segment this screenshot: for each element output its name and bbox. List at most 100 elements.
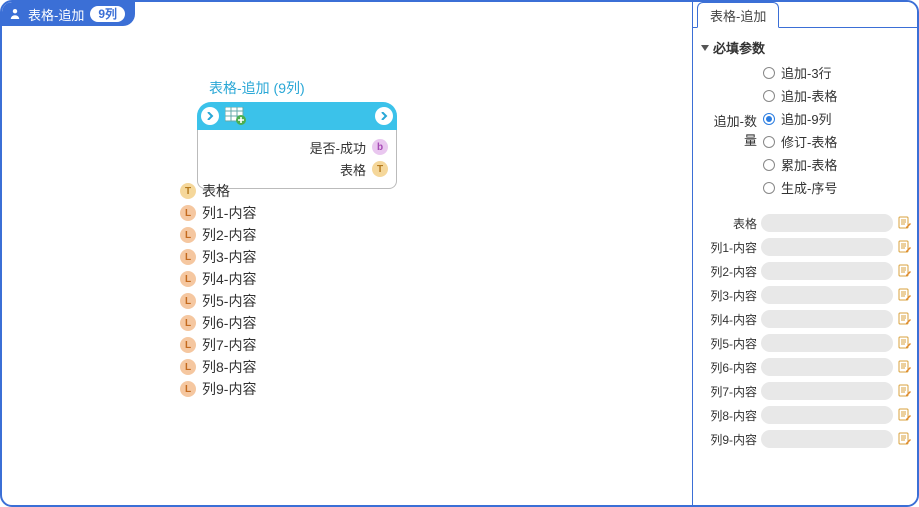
section-title: 必填参数	[713, 38, 765, 57]
output-label: 表格	[340, 160, 366, 179]
type-dot-icon: L	[180, 205, 196, 221]
field-label: 列8-内容	[701, 407, 757, 424]
input-label: 列1-内容	[202, 203, 256, 223]
radio-option[interactable]: 追加-表格	[763, 86, 913, 105]
edit-icon[interactable]	[897, 311, 913, 327]
param-field: 列2-内容	[701, 259, 913, 283]
type-dot-icon: L	[180, 227, 196, 243]
field-input[interactable]	[761, 262, 893, 280]
edit-icon[interactable]	[897, 359, 913, 375]
field-label: 列2-内容	[701, 263, 757, 280]
input-label: 列4-内容	[202, 269, 256, 289]
field-input[interactable]	[761, 406, 893, 424]
field-input[interactable]	[761, 310, 893, 328]
tab-main[interactable]: 表格-追加	[697, 2, 779, 28]
radio-icon[interactable]	[763, 182, 775, 194]
app-window: 表格-追加 9列 表格-追加 (9列)	[0, 0, 919, 507]
input-port[interactable]: L 列8-内容	[180, 356, 400, 378]
edit-icon[interactable]	[897, 287, 913, 303]
triangle-down-icon	[701, 45, 709, 51]
type-dot-icon: L	[180, 249, 196, 265]
input-label: 列8-内容	[202, 357, 256, 377]
table-plus-icon	[225, 107, 247, 125]
chevron-right-icon[interactable]	[375, 107, 393, 125]
output-port[interactable]: 表格 T	[206, 158, 388, 180]
field-input[interactable]	[761, 238, 893, 256]
radio-label: 追加-3行	[781, 63, 832, 82]
param-field: 列1-内容	[701, 235, 913, 259]
chevron-left-icon[interactable]	[201, 107, 219, 125]
field-label: 列9-内容	[701, 431, 757, 448]
panel-body: 必填参数 追加-数量 追加-3行追加-表格追加-9列修订-表格累加-表格生成-序…	[693, 28, 917, 505]
radio-icon[interactable]	[763, 159, 775, 171]
param-field: 列5-内容	[701, 331, 913, 355]
input-port[interactable]: L 列9-内容	[180, 378, 400, 400]
field-input[interactable]	[761, 214, 893, 232]
edit-icon[interactable]	[897, 383, 913, 399]
edit-icon[interactable]	[897, 407, 913, 423]
param-field: 列9-内容	[701, 427, 913, 451]
param-field: 列8-内容	[701, 403, 913, 427]
type-dot-icon: L	[180, 381, 196, 397]
input-port[interactable]: L列5-内容	[180, 290, 400, 312]
input-port[interactable]: L 列7-内容	[180, 334, 400, 356]
input-port[interactable]: L列6-内容	[180, 312, 400, 334]
field-input[interactable]	[761, 382, 893, 400]
field-label: 列6-内容	[701, 359, 757, 376]
block-inputs: T表格L列1-内容L列2-内容L列3-内容L列4-内容L列5-内容L列6-内容L…	[180, 180, 400, 400]
radio-icon[interactable]	[763, 67, 775, 79]
section-header[interactable]: 必填参数	[701, 38, 913, 57]
field-input[interactable]	[761, 358, 893, 376]
canvas[interactable]: 表格-追加 (9列)	[2, 2, 692, 505]
block-title: 表格-追加 (9列)	[209, 78, 397, 98]
field-input[interactable]	[761, 334, 893, 352]
field-label: 列4-内容	[701, 311, 757, 328]
input-label: 列9-内容	[202, 379, 256, 399]
edit-icon[interactable]	[897, 431, 913, 447]
output-port[interactable]: 是否-成功b	[206, 136, 388, 158]
block-node[interactable]: 表格-追加 (9列)	[197, 78, 397, 189]
input-port[interactable]: L列4-内容	[180, 268, 400, 290]
radio-option[interactable]: 累加-表格	[763, 155, 913, 174]
edit-icon[interactable]	[897, 335, 913, 351]
input-label: 表格	[202, 181, 230, 201]
block-header[interactable]	[197, 102, 397, 130]
type-dot-icon: L	[180, 359, 196, 375]
type-dot-icon: T	[372, 161, 388, 177]
input-port[interactable]: T 表格	[180, 180, 400, 202]
input-label: 列3-内容	[202, 247, 256, 267]
field-label: 列3-内容	[701, 287, 757, 304]
input-port[interactable]: L 列1-内容	[180, 202, 400, 224]
radio-icon[interactable]	[763, 136, 775, 148]
radio-label: 追加-表格	[781, 86, 837, 105]
edit-icon[interactable]	[897, 263, 913, 279]
field-label: 列1-内容	[701, 239, 757, 256]
radio-option[interactable]: 生成-序号	[763, 178, 913, 197]
radio-option[interactable]: 追加-3行	[763, 63, 913, 82]
input-port[interactable]: L 列2-内容	[180, 224, 400, 246]
tab-bar: 表格-追加	[693, 2, 917, 28]
input-label: 列2-内容	[202, 225, 256, 245]
type-dot-icon: T	[180, 183, 196, 199]
param-field: 列6-内容	[701, 355, 913, 379]
radio-label: 累加-表格	[781, 155, 837, 174]
field-label: 列5-内容	[701, 335, 757, 352]
field-input[interactable]	[761, 430, 893, 448]
field-label: 表格	[701, 215, 757, 232]
radio-icon[interactable]	[763, 113, 775, 125]
radio-option[interactable]: 追加-9列	[763, 109, 913, 128]
input-label: 列5-内容	[202, 291, 256, 311]
input-port[interactable]: L 列3-内容	[180, 246, 400, 268]
tab-label: 表格-追加	[710, 6, 766, 25]
radio-icon[interactable]	[763, 90, 775, 102]
type-dot-icon: L	[180, 337, 196, 353]
radio-option[interactable]: 修订-表格	[763, 132, 913, 151]
radio-group: 追加-数量 追加-3行追加-表格追加-9列修订-表格累加-表格生成-序号	[701, 63, 913, 197]
edit-icon[interactable]	[897, 215, 913, 231]
param-field: 列4-内容	[701, 307, 913, 331]
properties-panel: 表格-追加 必填参数 追加-数量 追加-3行追加-表格追加-9列修订-表格累加-…	[692, 2, 917, 505]
input-label: 列7-内容	[202, 335, 256, 355]
edit-icon[interactable]	[897, 239, 913, 255]
param-field: 列7-内容	[701, 379, 913, 403]
field-input[interactable]	[761, 286, 893, 304]
